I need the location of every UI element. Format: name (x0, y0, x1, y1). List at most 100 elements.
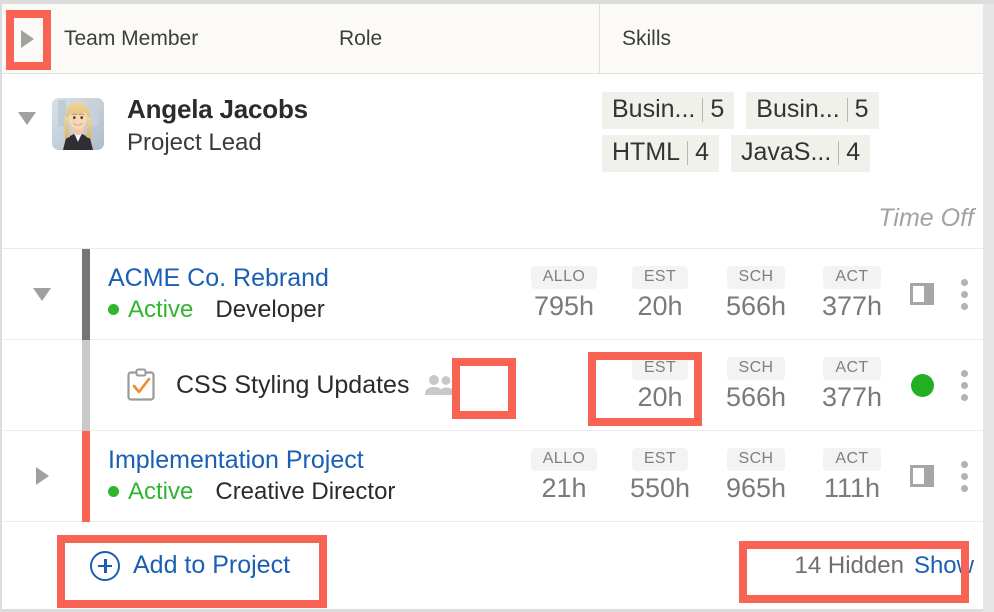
skill-separator (687, 140, 689, 165)
kebab-dot (960, 484, 968, 492)
skill-name: Busin... (612, 95, 696, 123)
column-header-skills: Skills (622, 26, 672, 50)
metric-label: SCH (726, 266, 786, 289)
add-to-project-button[interactable]: Add to Project (90, 550, 291, 581)
kebab-dot (960, 302, 968, 310)
skill-name: Busin... (756, 95, 840, 123)
member-skills-cell: Busin... 5 Busin... 5 HTML 4 JavaS... 4 … (602, 74, 980, 249)
avatar (52, 98, 104, 150)
panel-footer: Add to Project 14 Hidden Show (2, 522, 994, 610)
project-expand-button[interactable] (2, 467, 82, 485)
skill-name: JavaS... (740, 138, 832, 166)
clipboard-check-icon (126, 368, 156, 402)
caret-down-icon (18, 112, 36, 125)
skill-tag[interactable]: Busin... 5 (746, 92, 879, 129)
project-role: Developer (215, 295, 325, 323)
project-row[interactable]: ACME Co. Rebrand Active Developer ALLO 7… (2, 248, 994, 340)
column-header-skills-cell[interactable]: Skills (599, 4, 994, 74)
skill-tag[interactable]: HTML 4 (602, 135, 719, 172)
member-collapse-button[interactable] (2, 74, 52, 248)
time-off-label[interactable]: Time Off (878, 204, 974, 233)
metric-value: 795h (533, 291, 595, 321)
metric-allo: ALLO 21h (516, 448, 612, 504)
metric-value: 111h (823, 473, 881, 503)
metric-value: 566h (725, 382, 787, 412)
metric-value: 20h (637, 382, 683, 412)
project-status: Active (128, 477, 194, 505)
member-name: Angela Jacobs (127, 94, 308, 124)
metric-label: ALLO (530, 448, 598, 471)
skill-separator (846, 97, 848, 122)
metric-label: ACT (823, 448, 881, 471)
skill-name: HTML (612, 138, 681, 166)
metric-value: 377h (821, 291, 883, 321)
team-member-panel: Team Member Role Skills Angela Jacobs Pr… (0, 0, 994, 612)
metric-value: 566h (725, 291, 787, 321)
task-metrics: EST 20h SCH 566h ACT 377h (516, 357, 994, 413)
metric-est: EST 550h (612, 448, 708, 504)
header-expand-all-button[interactable] (2, 4, 52, 74)
status-dot-icon (108, 486, 119, 497)
project-row[interactable]: Implementation Project Active Creative D… (2, 430, 994, 522)
skills-list: Busin... 5 Busin... 5 HTML 4 JavaS... 4 (602, 74, 922, 172)
metric-est: EST 20h (612, 266, 708, 322)
kebab-menu-icon[interactable] (944, 460, 984, 492)
kebab-dot (960, 290, 968, 298)
project-color-bar (82, 248, 90, 340)
metric-value: 20h (637, 291, 683, 321)
kebab-menu-icon[interactable] (944, 278, 984, 310)
kebab-dot (960, 393, 968, 401)
caret-right-icon (35, 467, 49, 485)
project-status: Active (128, 295, 194, 323)
project-title-link[interactable]: Implementation Project (108, 446, 516, 474)
column-header-role[interactable]: Role (339, 27, 599, 51)
panel-split-icon[interactable] (900, 280, 944, 308)
metric-label: SCH (726, 448, 786, 471)
metric-label: SCH (726, 357, 786, 380)
metric-sch: SCH 566h (708, 357, 804, 413)
metric-act: ACT 111h (804, 448, 900, 504)
show-hidden-link[interactable]: Show (914, 552, 974, 580)
kebab-dot (960, 381, 968, 389)
metric-label: EST (631, 448, 689, 471)
skill-separator (838, 140, 840, 165)
project-meta: Active Developer (108, 296, 516, 324)
kebab-dot (960, 472, 968, 480)
people-icon[interactable] (423, 372, 457, 398)
project-color-bar (82, 430, 90, 522)
caret-down-icon (33, 287, 51, 301)
project-info: ACME Co. Rebrand Active Developer (90, 264, 516, 324)
project-metrics: ALLO 795h EST 20h SCH 566h ACT 377h (516, 266, 994, 322)
metric-est: EST 20h (612, 357, 708, 413)
member-role: Project Lead (127, 129, 262, 156)
task-title[interactable]: CSS Styling Updates (176, 371, 409, 400)
vertical-scrollbar[interactable] (983, 4, 994, 612)
task-info: CSS Styling Updates (90, 368, 516, 402)
caret-right-icon (20, 29, 34, 48)
skill-separator (702, 97, 704, 122)
metric-label: ALLO (530, 266, 598, 289)
member-identity: Angela Jacobs Project Lead (127, 74, 308, 248)
project-role: Creative Director (215, 477, 396, 505)
task-row[interactable]: CSS Styling Updates EST 20h SCH 566h ACT… (2, 339, 994, 431)
skill-tag[interactable]: JavaS... 4 (730, 135, 871, 172)
kebab-dot (960, 278, 968, 286)
skill-level: 5 (854, 95, 869, 123)
green-status-dot[interactable] (900, 373, 944, 397)
team-member-row[interactable]: Angela Jacobs Project Lead Busin... 5 Bu… (2, 74, 994, 249)
panel-split-icon[interactable] (900, 462, 944, 490)
status-dot-icon (108, 304, 119, 315)
project-title-link[interactable]: ACME Co. Rebrand (108, 264, 516, 292)
hidden-count-label: 14 Hidden (794, 551, 904, 579)
status-indicator-icon (910, 373, 934, 397)
project-collapse-button[interactable] (2, 287, 82, 301)
metric-sch: SCH 965h (708, 448, 804, 504)
add-to-project-label: Add to Project (133, 551, 291, 579)
metric-label: ACT (823, 357, 881, 380)
column-header-team-member[interactable]: Team Member (64, 27, 339, 51)
metric-value: 377h (821, 382, 883, 412)
skill-tag[interactable]: Busin... 5 (602, 92, 735, 129)
metric-label: ACT (823, 266, 881, 289)
project-meta: Active Creative Director (108, 478, 516, 506)
kebab-menu-icon[interactable] (944, 369, 984, 401)
